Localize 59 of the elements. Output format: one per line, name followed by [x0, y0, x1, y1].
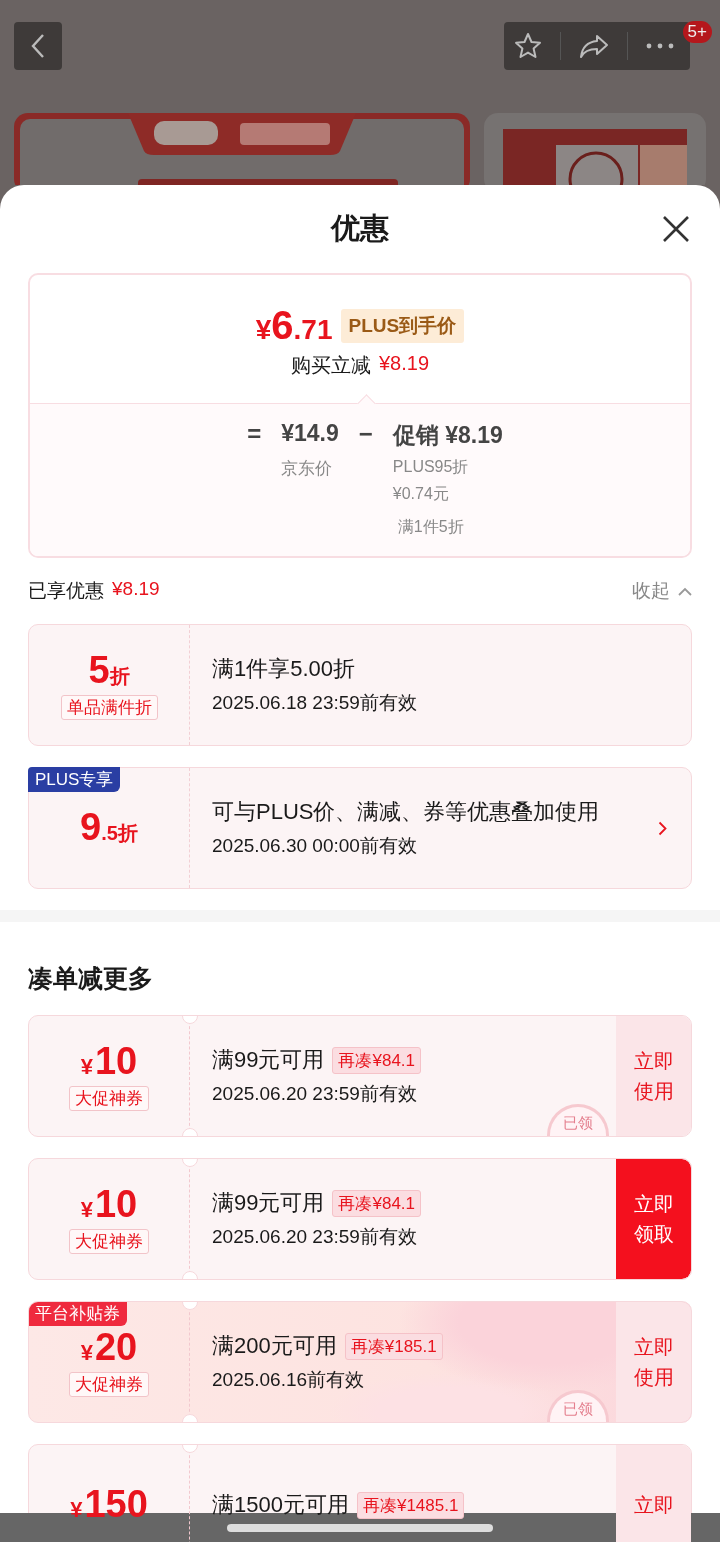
chevron-right-icon[interactable]	[658, 820, 667, 836]
base-price-label: 京东价	[281, 458, 334, 480]
saving-label: 购买立减	[290, 353, 371, 378]
back-button[interactable]	[14, 22, 62, 70]
home-indicator[interactable]	[227, 1523, 493, 1532]
coupon-amount: ¥10	[80, 1040, 138, 1083]
validity-text: 2025.06.30 00:00前有效	[212, 834, 418, 858]
chevron-left-icon	[31, 33, 45, 59]
coupon-amount: ¥10	[80, 1183, 138, 1226]
section-title: 凑单减更多	[28, 963, 154, 994]
coupon-action-button[interactable]: 立即使用	[616, 1016, 691, 1136]
coupon-action-button[interactable]: 立即使用	[616, 1302, 691, 1422]
coupon-title: 满99元可用	[212, 1189, 325, 1217]
coupon-amount: ¥20	[80, 1326, 138, 1369]
coupon-title: 满99元可用	[212, 1046, 325, 1074]
gap-badge: 再凑¥84.1	[332, 1046, 422, 1074]
coupon-action-button[interactable]: 立即领取	[616, 1159, 691, 1279]
coupon-title: 满200元可用	[212, 1332, 337, 1360]
promo-detail: PLUS95折	[392, 457, 470, 477]
base-price: ¥14.9	[281, 420, 339, 447]
claimed-stamp: 已领	[547, 1104, 609, 1136]
gap-badge: 再凑¥84.1	[332, 1189, 422, 1217]
sheet-title: 优惠	[331, 211, 389, 246]
discount-title: 满1件享5.00折	[212, 655, 357, 683]
validity-text: 2025.06.18 23:59前有效	[212, 691, 418, 715]
promo-amount: 促销 ¥8.19	[392, 421, 503, 450]
coupon-tag: 大促神券	[69, 1086, 149, 1112]
collapse-toggle[interactable]: 收起	[632, 578, 692, 604]
discount-tag: 单品满件折	[60, 695, 158, 721]
coupon-action-button[interactable]: 立即	[616, 1445, 691, 1542]
validity-text: 2025.06.20 23:59前有效	[212, 1082, 418, 1106]
ribbon-label: 平台补贴券	[29, 1302, 127, 1326]
saving-value: ¥8.19	[378, 352, 430, 376]
price-tag: PLUS到手价	[340, 308, 465, 343]
coupon-tag: 大促神券	[69, 1229, 149, 1255]
validity-text: 2025.06.16前有效	[212, 1368, 366, 1392]
validity-text: 2025.06.20 23:59前有效	[212, 1225, 418, 1249]
promo-detail: ¥0.74元	[392, 484, 450, 504]
final-price: ¥6.71	[255, 303, 333, 348]
close-icon[interactable]	[662, 215, 690, 243]
discount-title: 可与PLUS价、满减、券等优惠叠加使用	[212, 798, 601, 826]
notification-badge: 5+	[682, 21, 712, 43]
enjoyed-label: 已享优惠	[28, 579, 104, 603]
gap-badge: 再凑¥185.1	[344, 1332, 443, 1360]
star-icon[interactable]	[514, 32, 542, 60]
claimed-stamp: 已领	[547, 1390, 609, 1422]
discount-amount: 9.5折	[80, 807, 138, 849]
share-icon[interactable]	[579, 33, 609, 59]
minus-sign: −	[358, 420, 373, 448]
coupon-tag: 大促神券	[69, 1372, 149, 1398]
discount-amount: 5折	[88, 649, 130, 692]
chevron-up-icon	[678, 586, 692, 596]
ribbon-label: PLUS专享	[28, 767, 121, 792]
gap-badge: 再凑¥1485.1	[356, 1491, 465, 1519]
equals-sign: =	[247, 420, 262, 448]
more-icon[interactable]	[646, 43, 674, 49]
enjoyed-value: ¥8.19	[112, 578, 160, 601]
promo-detail: 满1件5折	[397, 517, 465, 537]
coupon-title: 满1500元可用	[212, 1491, 349, 1519]
